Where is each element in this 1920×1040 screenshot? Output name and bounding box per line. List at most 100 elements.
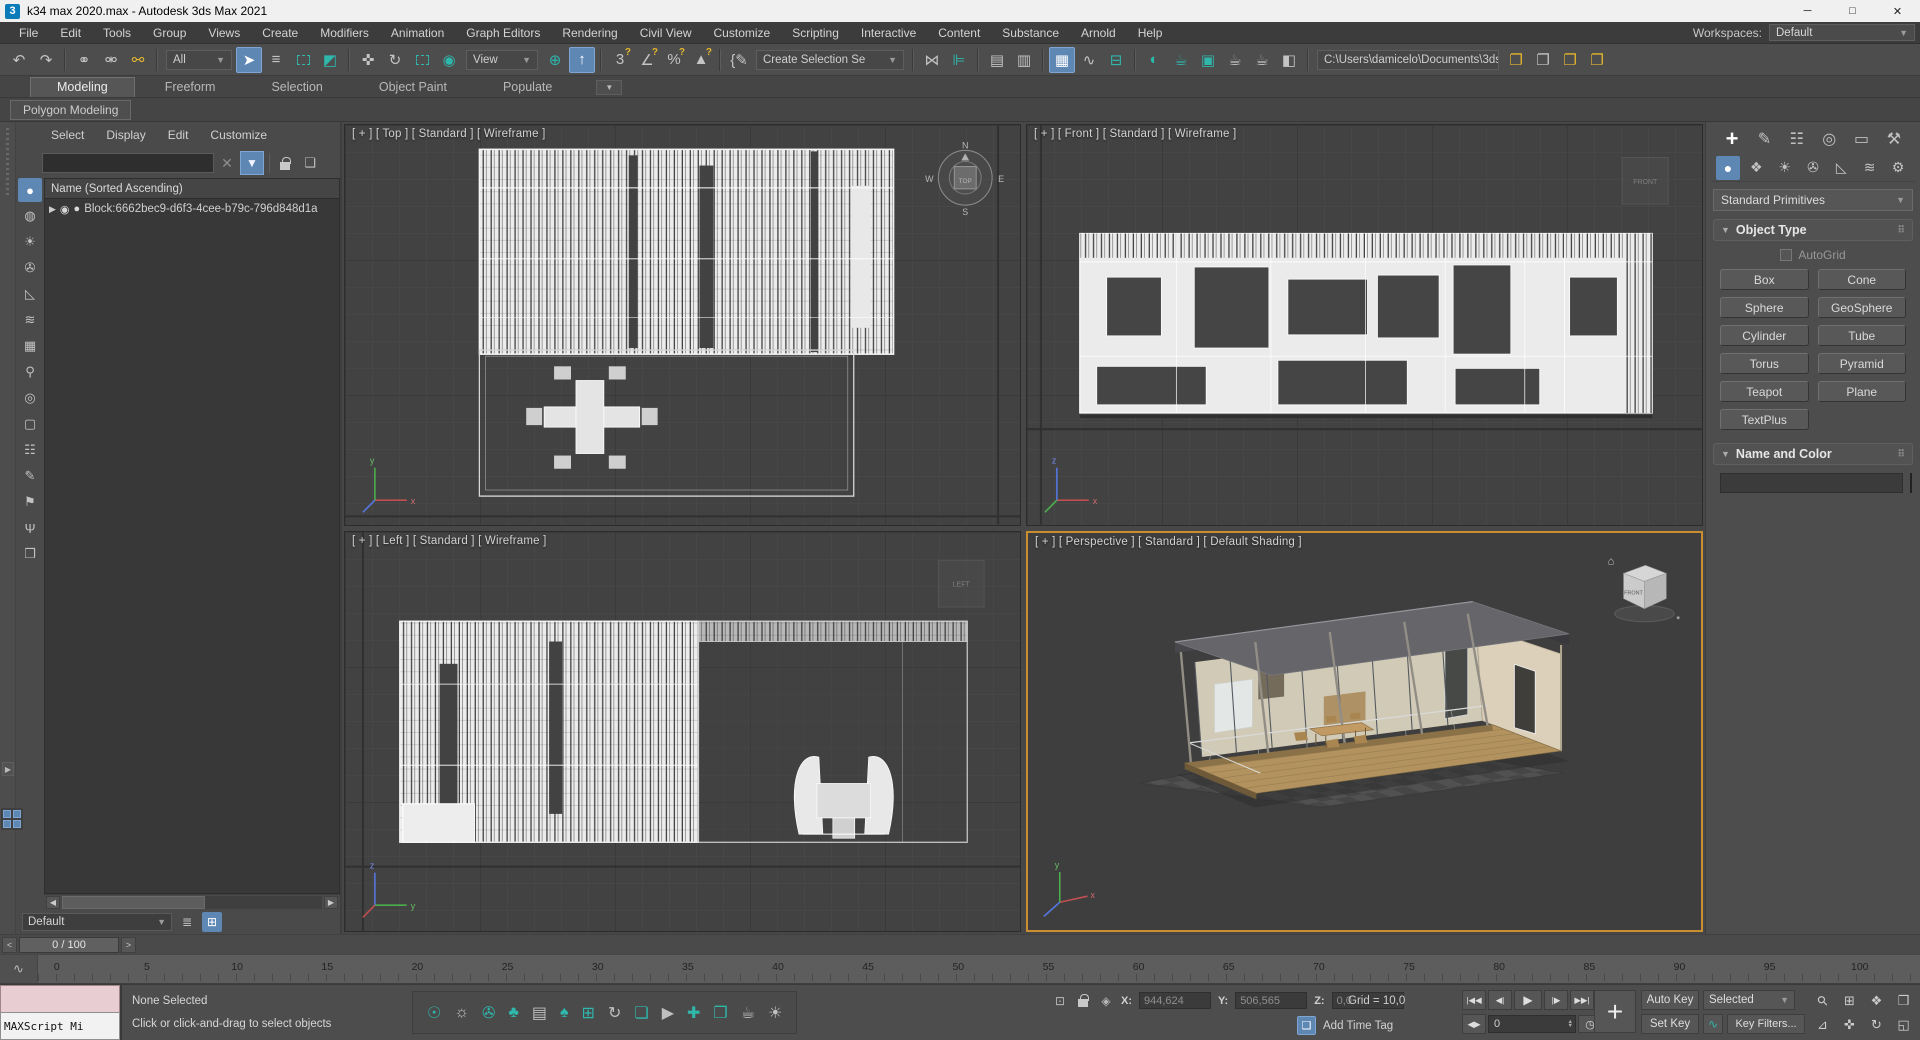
primitive-torus-button[interactable]: Torus xyxy=(1720,353,1809,374)
pine-tree-icon[interactable]: ♠ xyxy=(560,1004,569,1022)
list-view-icon[interactable]: ≣ xyxy=(177,912,197,932)
set-keys-button[interactable]: + xyxy=(1594,990,1636,1033)
display-groups-filter-icon[interactable]: ▦ xyxy=(18,334,42,358)
key-mode-toggle[interactable]: ◀▶ xyxy=(1462,1014,1486,1034)
previous-frame-button[interactable]: ◀| xyxy=(1488,990,1512,1010)
schematic-view-button[interactable]: ⊟ xyxy=(1103,47,1129,73)
window-layout-3-button[interactable]: ❐ xyxy=(1557,47,1583,73)
render-production-button[interactable]: ☕ xyxy=(1222,47,1248,73)
scene-object-row[interactable]: ▶ ◉ ● Block:6662bec9-d6f3-4cee-b79c-796d… xyxy=(45,199,339,219)
menu-edit[interactable]: Edit xyxy=(49,22,92,44)
dock-grip[interactable] xyxy=(6,128,9,198)
maxscript-field[interactable]: MAXScript Mi xyxy=(0,1012,120,1040)
modify-tab[interactable]: ✎ xyxy=(1751,126,1777,152)
y-coordinate-field[interactable]: 506,565 xyxy=(1235,992,1307,1009)
lock-icon[interactable] xyxy=(275,153,295,173)
display-containers-filter-icon[interactable]: ❒ xyxy=(18,542,42,566)
viewport-perspective[interactable]: [ + ] [ Perspective ] [ Standard ] [ Def… xyxy=(1026,531,1703,933)
set-key-button[interactable]: Set Key xyxy=(1641,1014,1699,1034)
helpers-category[interactable]: ◺ xyxy=(1829,156,1853,180)
isolate-selection-icon[interactable]: ⊡ xyxy=(1052,993,1068,1009)
geometry-category[interactable]: ● xyxy=(1716,156,1740,180)
lights-category[interactable]: ☀ xyxy=(1773,156,1797,180)
toggle-ribbon-button[interactable]: ▦ xyxy=(1049,47,1075,73)
sync-selection-icon[interactable]: ⊞ xyxy=(202,912,222,932)
x-coordinate-field[interactable]: 944,624 xyxy=(1139,992,1211,1009)
named-selection-sets-button[interactable]: {✎ xyxy=(726,47,752,73)
viewport-front-label[interactable]: [ + ] [ Front ] [ Standard ] [ Wireframe… xyxy=(1034,128,1236,140)
viewport-left[interactable]: [ + ] [ Left ] [ Standard ] [ Wireframe … xyxy=(344,531,1021,933)
menu-substance[interactable]: Substance xyxy=(991,22,1070,44)
primitive-sphere-button[interactable]: Sphere xyxy=(1720,297,1809,318)
ribbon-tab-populate[interactable]: Populate xyxy=(477,78,578,97)
horizontal-scrollbar[interactable]: ◀ ▶ xyxy=(44,894,340,910)
display-spacewarps-filter-icon[interactable]: ≋ xyxy=(18,308,42,332)
display-frozen-filter-icon[interactable]: ▢ xyxy=(18,412,42,436)
playblast-icon[interactable]: ▶ xyxy=(662,1003,674,1023)
menu-arnold[interactable]: Arnold xyxy=(1070,22,1127,44)
window-crossing-toggle[interactable]: ◩ xyxy=(317,47,343,73)
field-of-view-icon[interactable]: ⊿ xyxy=(1810,1014,1835,1036)
primitive-cone-button[interactable]: Cone xyxy=(1818,269,1907,290)
maxscript-mini-listener[interactable]: MAXScript Mi xyxy=(0,985,122,1040)
primitive-textplus-button[interactable]: TextPlus xyxy=(1720,409,1809,430)
project-folder-dropdown[interactable]: C:\Users\damicelo\Documents\3ds Max 2021… xyxy=(1317,50,1499,70)
teapot-icon[interactable]: ☕ xyxy=(741,1003,755,1023)
track-bar-ruler[interactable]: 0510152025303540455055606570758085909510… xyxy=(38,955,1920,983)
default-tangent-icon[interactable]: ∿ xyxy=(1703,1014,1723,1034)
snap-3d-toggle[interactable]: 3? xyxy=(607,47,633,73)
display-helpers-filter-icon[interactable]: ◺ xyxy=(18,282,42,306)
go-to-start-button[interactable]: |◀◀ xyxy=(1462,990,1486,1010)
orbit-icon[interactable]: ↻ xyxy=(1864,1014,1889,1036)
previous-frame-arrow[interactable]: < xyxy=(2,937,17,953)
viewport-layout-tab[interactable] xyxy=(1,808,23,830)
lamp-icon[interactable]: ☀ xyxy=(768,1003,782,1023)
rect-selection-region-button[interactable] xyxy=(290,47,316,73)
window-icon[interactable]: ❐ xyxy=(713,1003,727,1023)
polygon-modeling-panel[interactable]: Polygon Modeling xyxy=(10,100,131,120)
window-layout-1-button[interactable]: ❐ xyxy=(1503,47,1529,73)
selection-lock-icon[interactable] xyxy=(1075,993,1091,1009)
scroll-left-icon[interactable]: ◀ xyxy=(46,896,60,909)
next-frame-button[interactable]: |▶ xyxy=(1544,990,1568,1010)
autogrid-checkbox[interactable] xyxy=(1780,249,1792,261)
viewcube-ghost[interactable]: LEFT xyxy=(938,560,984,607)
explorer-preset-dropdown[interactable]: Default ▼ xyxy=(22,913,172,931)
viewport-top-label[interactable]: [ + ] [ Top ] [ Standard ] [ Wireframe ] xyxy=(352,128,545,140)
unlink-button[interactable]: ⚮ xyxy=(98,47,124,73)
scroll-right-icon[interactable]: ▶ xyxy=(324,896,338,909)
object-name-input[interactable] xyxy=(1720,473,1903,493)
explorer-menu-customize[interactable]: Customize xyxy=(199,128,278,142)
menu-help[interactable]: Help xyxy=(1127,22,1174,44)
images-icon[interactable]: ❏ xyxy=(634,1003,648,1023)
toggle-layer-explorer-button[interactable]: ▥ xyxy=(1011,47,1037,73)
spacewarps-category[interactable]: ≋ xyxy=(1858,156,1882,180)
cameras-category[interactable]: ✇ xyxy=(1801,156,1825,180)
select-place-button[interactable]: ◉ xyxy=(436,47,462,73)
percent-snap-toggle[interactable]: %? xyxy=(661,47,687,73)
menu-animation[interactable]: Animation xyxy=(380,22,455,44)
primitive-class-dropdown[interactable]: Standard Primitives ▼ xyxy=(1713,189,1913,211)
spreadsheet-icon[interactable]: ▤ xyxy=(532,1003,547,1023)
auto-key-button[interactable]: Auto Key xyxy=(1641,990,1699,1010)
name-column-header[interactable]: Name (Sorted Ascending) xyxy=(45,179,339,199)
motion-tab[interactable]: ◎ xyxy=(1816,126,1842,152)
maximize-viewport-icon[interactable]: ◱ xyxy=(1891,1014,1916,1036)
viewport-top[interactable]: [ + ] [ Top ] [ Standard ] [ Wireframe ] xyxy=(344,124,1021,526)
search-input[interactable] xyxy=(42,153,214,173)
viewcube-ghost[interactable]: FRONT xyxy=(1622,157,1668,204)
key-selection-dropdown[interactable]: Selected ▼ xyxy=(1703,990,1795,1010)
sun-icon[interactable]: ☼ xyxy=(454,1004,469,1022)
scroll-track[interactable] xyxy=(62,896,322,909)
go-to-end-button[interactable]: ▶▶| xyxy=(1570,990,1594,1010)
ref-coord-dropdown[interactable]: View▼ xyxy=(466,50,538,70)
menu-rendering[interactable]: Rendering xyxy=(551,22,628,44)
selection-filter-dropdown[interactable]: All▼ xyxy=(166,50,232,70)
display-shapes-filter-icon[interactable]: ◍ xyxy=(18,204,42,228)
menu-file[interactable]: File xyxy=(8,22,49,44)
primitive-geosphere-button[interactable]: GeoSphere xyxy=(1818,297,1907,318)
filter-funnel-button[interactable]: ▼ xyxy=(240,151,264,175)
absolute-offset-toggle-icon[interactable]: ◈ xyxy=(1098,993,1114,1009)
zoom-extents-icon[interactable]: ❖ xyxy=(1864,990,1889,1012)
clear-search-icon[interactable]: ✕ xyxy=(219,155,235,172)
